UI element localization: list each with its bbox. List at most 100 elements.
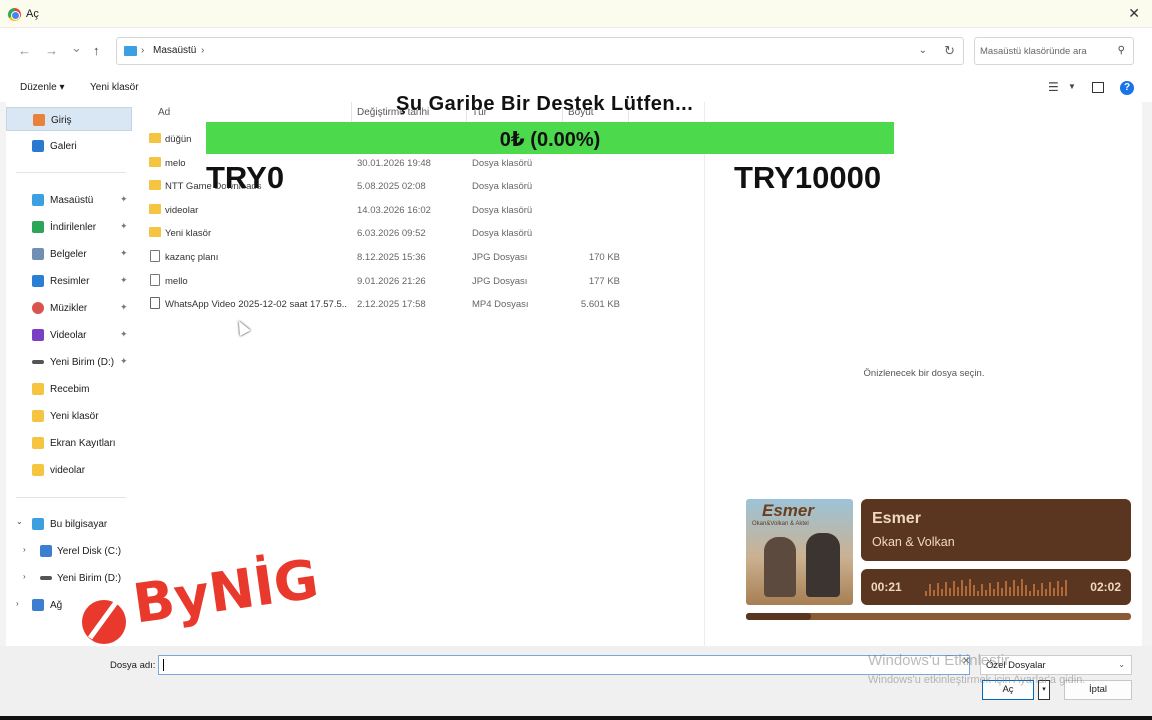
donation-max-label: TRY10000 bbox=[734, 160, 882, 195]
sidebar-item-music[interactable]: Müzikler ✦ bbox=[6, 296, 132, 320]
sidebar-item-label: Resimler bbox=[50, 276, 90, 287]
filename-input[interactable] bbox=[158, 655, 970, 675]
file-row[interactable]: mello 9.01.2026 21:26 JPG Dosyası 177 KB bbox=[134, 270, 694, 292]
pin-icon[interactable]: ✦ bbox=[120, 302, 128, 313]
address-bar[interactable]: › Masaüstü › ⌄ ↻ bbox=[116, 37, 964, 65]
chevron-right-icon[interactable]: › bbox=[23, 572, 26, 581]
preview-pane-icon[interactable] bbox=[1092, 82, 1104, 93]
close-icon[interactable]: ✕ bbox=[1128, 5, 1140, 22]
donation-progress-text: 0₺ (0.00%) bbox=[499, 129, 601, 151]
waveform-bar bbox=[969, 579, 971, 596]
view-options-icon[interactable]: ☰ bbox=[1048, 80, 1059, 94]
track-info: Esmer Okan & Volkan bbox=[861, 499, 1131, 561]
cover-figure bbox=[764, 537, 796, 597]
folder-icon bbox=[32, 437, 44, 449]
file-date: 30.01.2026 19:48 bbox=[357, 157, 431, 169]
pin-icon[interactable]: ✦ bbox=[120, 275, 128, 286]
gallery-icon bbox=[32, 140, 44, 152]
waveform-bar bbox=[945, 582, 947, 596]
file-row[interactable]: videolar 14.03.2026 16:02 Dosya klasörü bbox=[134, 199, 694, 221]
waveform-bar bbox=[1009, 587, 1011, 596]
waveform-bar bbox=[1033, 584, 1035, 596]
desktop-icon bbox=[124, 46, 137, 56]
sidebar-item-recebim[interactable]: Recebim bbox=[6, 377, 132, 401]
breadcrumb-desktop[interactable]: Masaüstü bbox=[153, 45, 196, 56]
pin-icon[interactable]: ✦ bbox=[120, 221, 128, 232]
file-date: 6.03.2026 09:52 bbox=[357, 228, 426, 240]
waveform-bar bbox=[1041, 583, 1043, 596]
file-date: 5.08.2025 02:08 bbox=[357, 181, 426, 193]
refresh-icon[interactable]: ↻ bbox=[944, 43, 955, 59]
now-playing-widget: Esmer Okan&Volkan & Aktel Esmer Okan & V… bbox=[746, 498, 1132, 622]
pc-icon bbox=[32, 518, 44, 530]
sidebar-item-downloads[interactable]: İndirilenler ✦ bbox=[6, 215, 132, 239]
sidebar-item-new-folder[interactable]: Yeni klasör bbox=[6, 404, 132, 428]
organize-button[interactable]: Düzenle ▾ bbox=[20, 82, 65, 93]
chevron-down-icon: ⌄ bbox=[1118, 660, 1125, 669]
folder-icon bbox=[32, 464, 44, 476]
pin-icon[interactable]: ✦ bbox=[120, 329, 128, 340]
back-arrow-icon[interactable]: ← bbox=[18, 43, 31, 58]
desktop-icon bbox=[32, 194, 44, 206]
waveform-bar bbox=[933, 590, 935, 596]
sidebar-item-screen-recordings[interactable]: Ekran Kayıtları bbox=[6, 431, 132, 455]
sidebar-item-gallery[interactable]: Galeri bbox=[6, 134, 132, 158]
pin-icon[interactable]: ✦ bbox=[120, 356, 128, 367]
chevron-right-icon[interactable]: › bbox=[16, 599, 19, 608]
waveform-bar bbox=[1057, 581, 1059, 596]
chevron-right-icon[interactable]: › bbox=[23, 545, 26, 554]
sidebar-item-documents[interactable]: Belgeler ✦ bbox=[6, 242, 132, 266]
waveform-bar bbox=[973, 585, 975, 596]
sidebar-item-pictures[interactable]: Resimler ✦ bbox=[6, 269, 132, 293]
forward-arrow-icon[interactable]: → bbox=[45, 43, 58, 58]
folder-icon bbox=[149, 227, 161, 238]
pin-icon[interactable]: ✦ bbox=[120, 194, 128, 205]
file-row[interactable]: WhatsApp Video 2025-12-02 saat 17.57.5..… bbox=[134, 293, 694, 315]
video-file-icon bbox=[150, 297, 160, 310]
new-folder-button[interactable]: Yeni klasör bbox=[90, 82, 139, 93]
waveform-bar bbox=[1065, 580, 1067, 596]
waveform-bar bbox=[965, 586, 967, 596]
sidebar-item-label: Masaüstü bbox=[50, 195, 94, 206]
sidebar-item-videos[interactable]: Videolar ✦ bbox=[6, 323, 132, 347]
preview-hint: Önizlenecek bir dosya seçin. bbox=[863, 368, 985, 379]
up-arrow-icon[interactable]: ↑ bbox=[93, 43, 100, 58]
folder-icon bbox=[32, 383, 44, 395]
chevron-down-icon[interactable]: ⌄ bbox=[919, 45, 927, 56]
sidebar-item-this-pc[interactable]: ⌄ Bu bilgisayar bbox=[6, 512, 132, 536]
waveform-bar bbox=[953, 581, 955, 596]
file-date: 2.12.2025 17:58 bbox=[357, 299, 426, 311]
pin-icon[interactable]: ✦ bbox=[120, 248, 128, 259]
sidebar-item-desktop[interactable]: Masaüstü ✦ bbox=[6, 188, 132, 212]
recent-locations-icon[interactable]: ⌄ bbox=[71, 40, 82, 56]
folder-icon bbox=[149, 156, 161, 167]
file-row[interactable]: Yeni klasör 6.03.2026 09:52 Dosya klasörü bbox=[134, 222, 694, 244]
divider bbox=[16, 497, 126, 498]
sidebar-item-label: Recebim bbox=[50, 384, 90, 395]
search-icon: ⚲ bbox=[1117, 45, 1125, 56]
chevron-down-icon[interactable]: ⌄ bbox=[16, 517, 23, 526]
search-placeholder: Masaüstü klasöründe ara bbox=[980, 46, 1087, 57]
column-header-name[interactable]: Ad bbox=[158, 107, 170, 118]
search-input[interactable]: Masaüstü klasöründe ara ⚲ bbox=[974, 37, 1134, 65]
file-name: videolar bbox=[165, 204, 199, 216]
sidebar-item-label: Videolar bbox=[50, 330, 87, 341]
sidebar-item-home[interactable]: Giriş bbox=[6, 107, 132, 131]
sidebar-item-videolar[interactable]: videolar bbox=[6, 458, 132, 482]
file-type: Dosya klasörü bbox=[472, 181, 533, 193]
file-row[interactable]: kazanç planı 8.12.2025 15:36 JPG Dosyası 17… bbox=[134, 246, 694, 268]
logo-text: ByNİG bbox=[129, 550, 322, 636]
title-bar: Aç ✕ bbox=[0, 0, 1152, 28]
cover-title: Esmer bbox=[762, 501, 814, 520]
waveform-bar bbox=[977, 591, 979, 596]
help-icon[interactable]: ? bbox=[1120, 81, 1134, 95]
track-progress-fill bbox=[746, 613, 812, 620]
download-icon bbox=[32, 221, 44, 233]
view-dropdown-icon[interactable]: ▼ bbox=[1068, 82, 1076, 91]
breadcrumb-separator-icon[interactable]: › bbox=[201, 45, 204, 56]
sidebar-item-label: Ağ bbox=[50, 600, 63, 611]
waveform-bar bbox=[1017, 586, 1019, 596]
sidebar-item-label: Giriş bbox=[51, 115, 72, 126]
sidebar-item-drive-d[interactable]: Yeni Birim (D:) ✦ bbox=[6, 350, 132, 374]
column-divider[interactable] bbox=[351, 102, 352, 124]
